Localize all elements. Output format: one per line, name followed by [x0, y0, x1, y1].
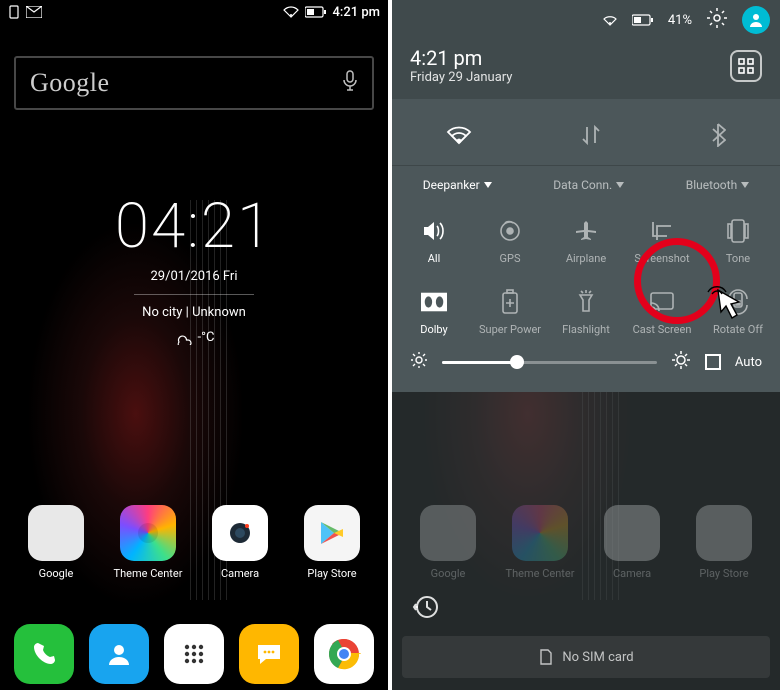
app-row: Google Theme Center Camera Play Store	[0, 505, 388, 580]
data-toggle-icon[interactable]	[581, 123, 601, 151]
flashlight-icon	[573, 289, 599, 315]
dock-messages[interactable]	[239, 624, 299, 684]
settings-icon[interactable]	[706, 7, 728, 33]
bluetooth-dropdown[interactable]: Bluetooth	[686, 178, 749, 192]
app-theme-center[interactable]: Theme Center	[108, 505, 188, 580]
clock-location: No city | Unknown	[0, 305, 388, 320]
airplane-icon	[573, 218, 599, 244]
tile-gps[interactable]: GPS	[474, 218, 546, 265]
auto-brightness-label: Auto	[735, 355, 762, 370]
profile-avatar[interactable]	[742, 6, 770, 34]
brightness-high-icon	[671, 350, 691, 374]
panel-date[interactable]: Friday 29 January	[410, 70, 512, 85]
dock-contacts[interactable]	[89, 624, 149, 684]
network-icons-row	[392, 113, 780, 161]
dock-apps[interactable]	[164, 624, 224, 684]
auto-brightness-checkbox[interactable]	[705, 354, 721, 370]
quick-settings-body: Deepanker Data Conn. Bluetooth All GPS A…	[392, 99, 780, 392]
brightness-low-icon	[410, 351, 428, 373]
dock-phone[interactable]	[14, 624, 74, 684]
notification-panel: 41% 4:21 pm Friday 29 January	[392, 0, 780, 392]
panel-status-bar: 41%	[392, 0, 780, 40]
battery-percent: 41%	[668, 13, 692, 28]
dock	[0, 624, 388, 684]
app-label: Play Store	[307, 567, 356, 580]
tone-icon	[725, 218, 751, 244]
app-label: Google	[39, 567, 74, 580]
mail-icon	[26, 6, 42, 18]
app-label: Camera	[221, 567, 259, 580]
network-labels-row: Deepanker Data Conn. Bluetooth	[392, 170, 780, 204]
gps-icon	[497, 218, 523, 244]
panel-time[interactable]: 4:21 pm	[410, 46, 512, 70]
battery-icon	[305, 6, 327, 18]
clock-date: 29/01/2016 Fri	[0, 269, 388, 284]
google-logo: Google	[30, 68, 110, 98]
phone-left-home: 4:21 pm Google 04:21 29/01/2016 Fri No c…	[0, 0, 388, 690]
brightness-slider[interactable]	[442, 361, 657, 364]
tile-all[interactable]: All	[398, 218, 470, 265]
tiles-row-1: All GPS Airplane Screenshot Tone	[392, 204, 780, 279]
clock-weather: -°C	[0, 330, 388, 345]
pointer-icon	[706, 284, 746, 332]
no-sim-banner[interactable]: No SIM card	[402, 636, 770, 678]
brightness-row: Auto	[392, 342, 780, 374]
tile-dolby[interactable]: Dolby	[398, 289, 470, 336]
battery-icon	[632, 14, 654, 26]
battery-plus-icon	[497, 289, 523, 315]
tile-flashlight[interactable]: Flashlight	[550, 289, 622, 336]
clock-widget[interactable]: 04:21 29/01/2016 Fri No city | Unknown -…	[0, 190, 388, 345]
tile-super-power[interactable]: Super Power	[474, 289, 546, 336]
wifi-icon	[283, 6, 299, 18]
clock-time: 04:21	[0, 190, 388, 263]
history-icon[interactable]	[410, 592, 440, 626]
dock-chrome[interactable]	[314, 624, 374, 684]
bluetooth-toggle-icon[interactable]	[710, 123, 726, 151]
mic-icon[interactable]	[342, 70, 358, 96]
app-camera[interactable]: Camera	[200, 505, 280, 580]
volume-icon	[421, 218, 447, 244]
dolby-icon	[421, 289, 447, 315]
divider	[134, 294, 254, 295]
orientation-icon	[8, 5, 20, 19]
google-search-bar[interactable]: Google	[14, 56, 374, 110]
wifi-icon	[602, 14, 618, 26]
grid-toggle-icon[interactable]	[730, 50, 762, 82]
no-sim-label: No SIM card	[562, 650, 633, 665]
wifi-dropdown[interactable]: Deepanker	[423, 178, 492, 192]
panel-header: 4:21 pm Friday 29 January	[392, 40, 780, 99]
app-google-folder[interactable]: Google	[16, 505, 96, 580]
tile-airplane[interactable]: Airplane	[550, 218, 622, 265]
wifi-toggle-icon[interactable]	[446, 125, 472, 149]
status-time: 4:21 pm	[333, 5, 380, 20]
app-play-store[interactable]: Play Store	[292, 505, 372, 580]
data-dropdown[interactable]: Data Conn.	[553, 178, 624, 192]
app-label: Theme Center	[114, 567, 183, 580]
status-bar: 4:21 pm	[0, 0, 388, 24]
phone-right-quicksettings: Google Theme Center Camera Play Store No…	[392, 0, 780, 690]
